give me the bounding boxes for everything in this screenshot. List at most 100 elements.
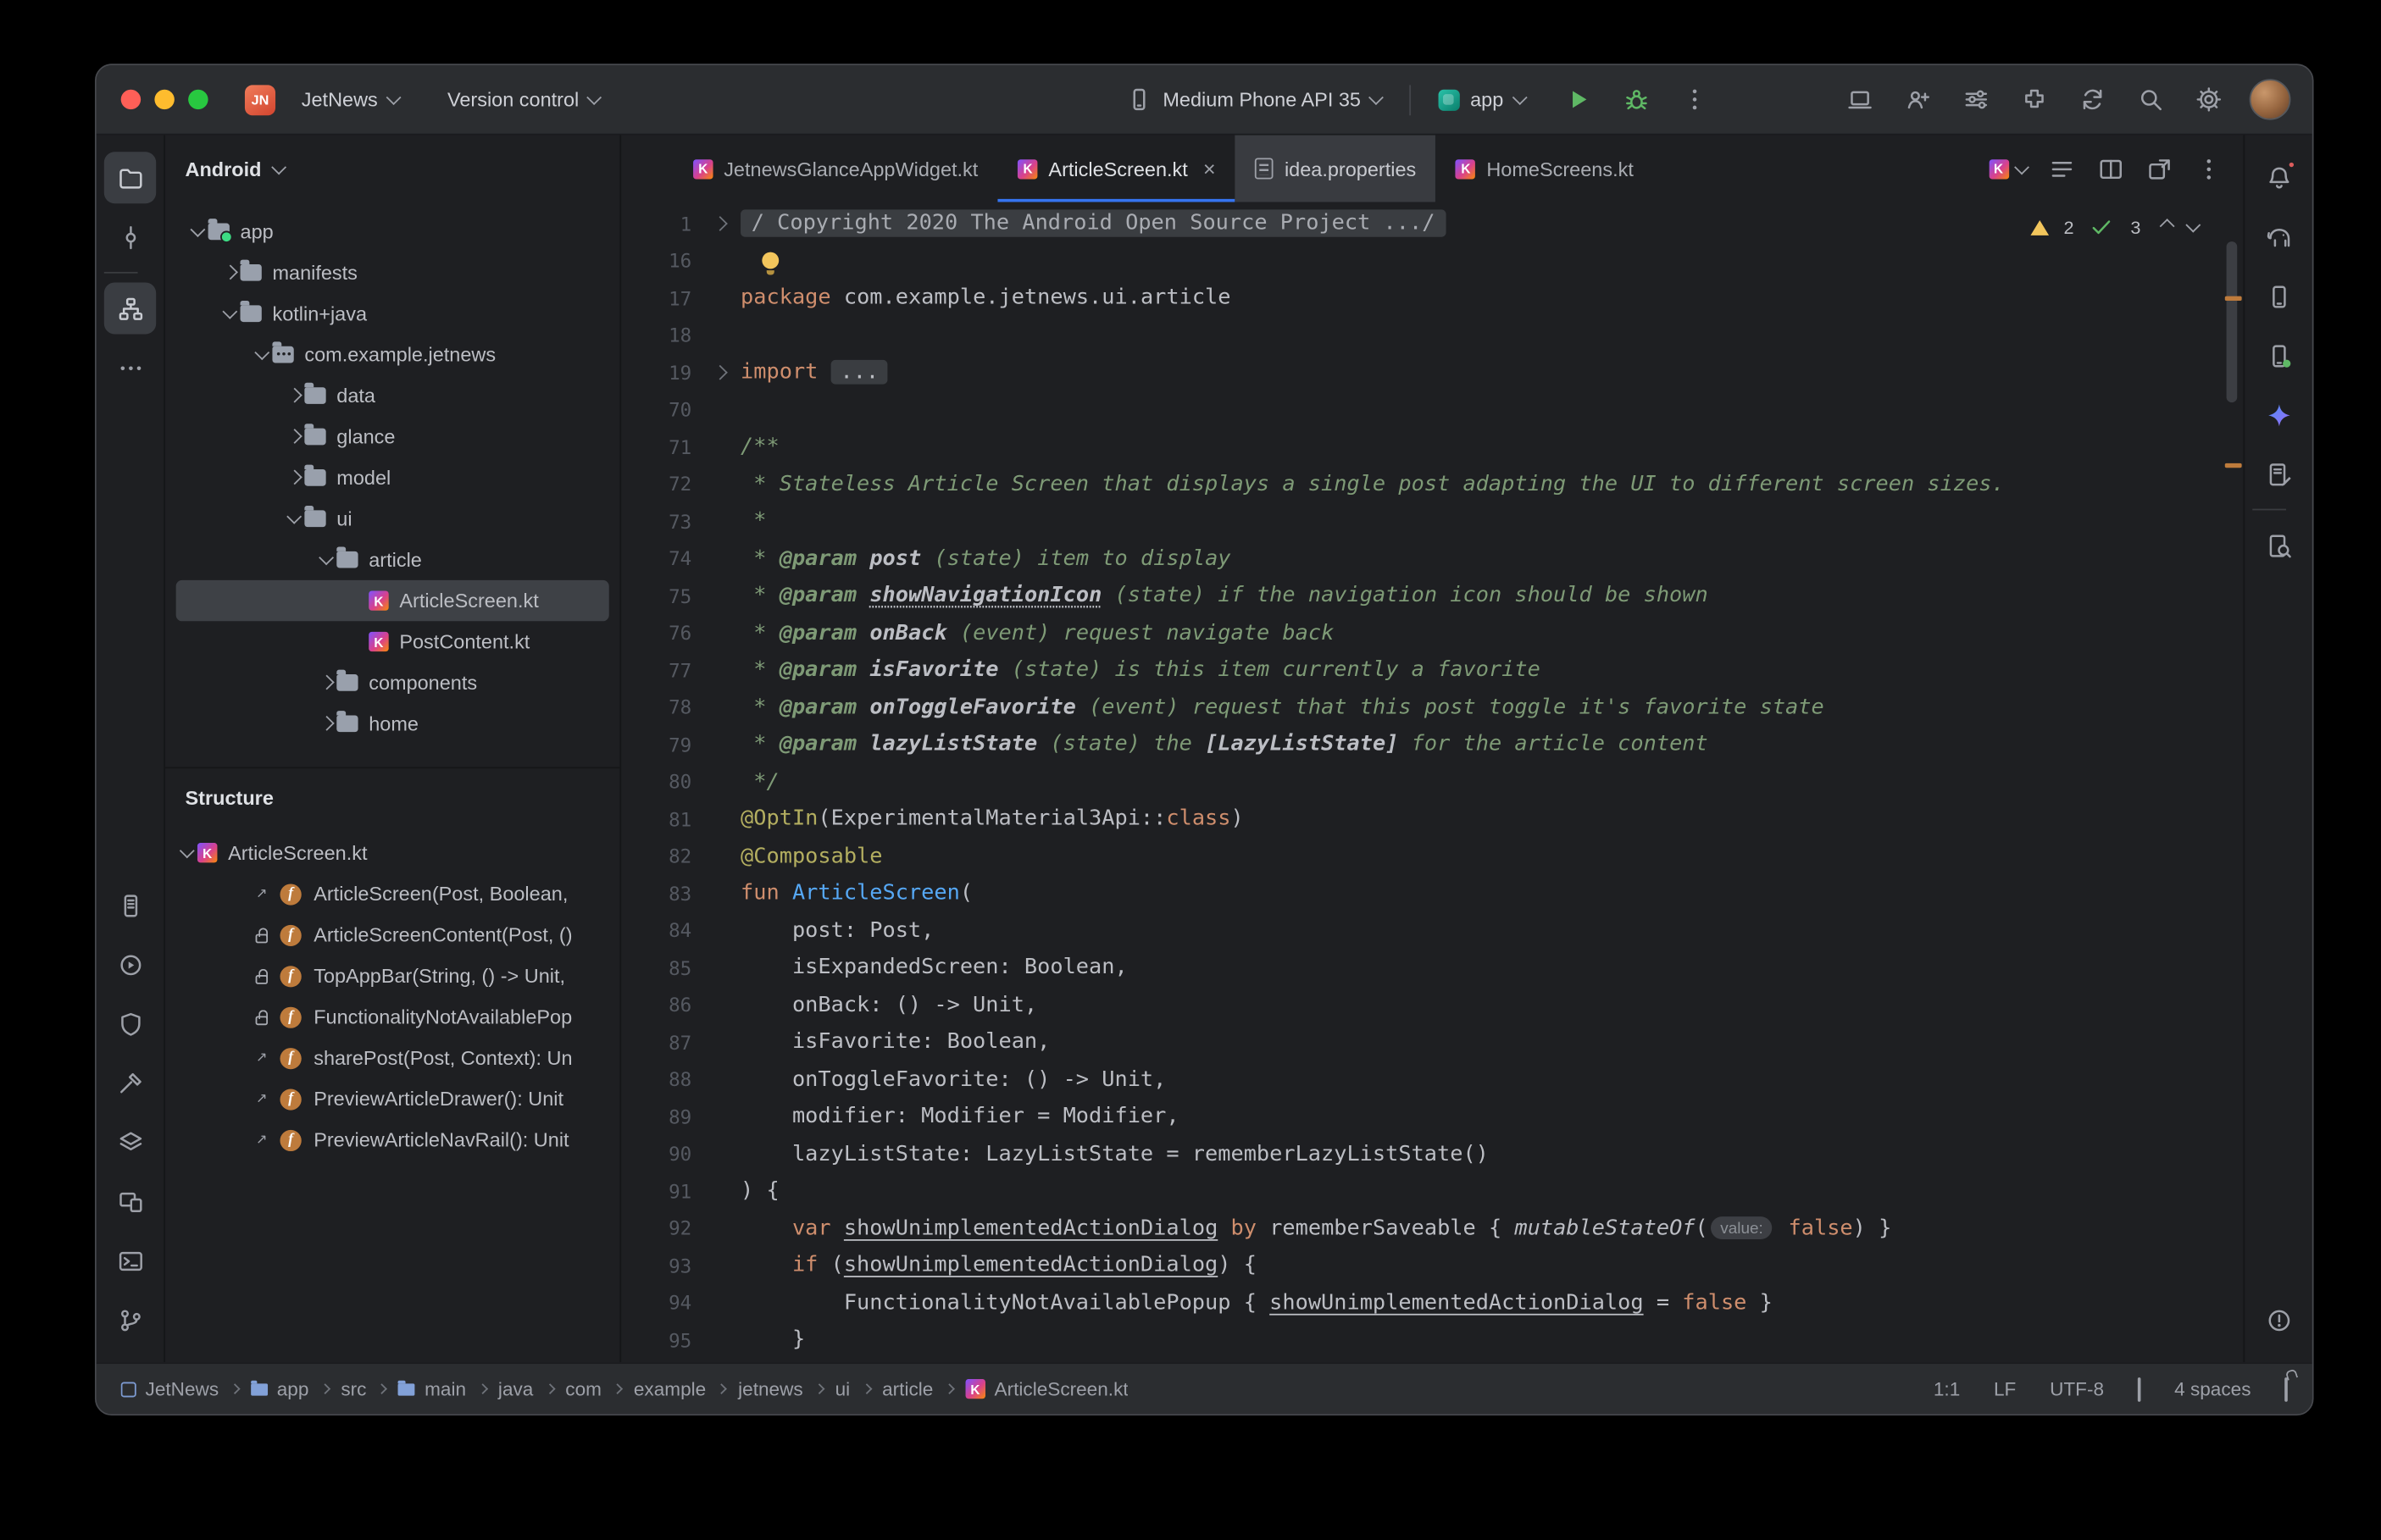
tree-item-kotlin-java[interactable]: kotlin+java: [176, 293, 609, 334]
code-line-18[interactable]: 18: [621, 317, 2222, 354]
device-explorer-icon[interactable]: [2252, 270, 2304, 322]
documentation-icon[interactable]: [2252, 519, 2304, 571]
tree-item-model[interactable]: model: [176, 457, 609, 498]
tree-item-home[interactable]: home: [176, 703, 609, 744]
run-configuration-selector[interactable]: app: [1426, 80, 1536, 119]
caret-position[interactable]: 1:1: [1934, 1378, 1960, 1399]
device-selector[interactable]: Medium Phone API 35: [1114, 79, 1394, 119]
detach-editor-icon[interactable]: [2147, 156, 2173, 181]
profiler-icon[interactable]: [104, 939, 156, 990]
gradle-icon[interactable]: [2252, 211, 2304, 263]
project-view-icon[interactable]: [104, 152, 156, 203]
code-line-88[interactable]: 88 onToggleFavorite: () -> Unit,: [621, 1061, 2222, 1098]
code-line-87[interactable]: 87 isFavorite: Boolean,: [621, 1023, 2222, 1061]
code-line-89[interactable]: 89 modifier: Modifier = Modifier,: [621, 1098, 2222, 1135]
app-quality-insights-icon[interactable]: [104, 998, 156, 1050]
file-encoding[interactable]: UTF-8: [2050, 1378, 2104, 1399]
chevron-down-icon[interactable]: [283, 513, 304, 523]
sync-project-icon[interactable]: [2069, 77, 2115, 123]
tab-homescreens-kt[interactable]: KHomeScreens.kt: [1436, 136, 1654, 202]
active-file-dropdown[interactable]: K: [1989, 158, 2026, 178]
code-editor[interactable]: 1/ Copyright 2020 The Android Open Sourc…: [621, 202, 2243, 1362]
tree-item-com-example-jetnews[interactable]: com.example.jetnews: [176, 334, 609, 374]
code-line-94[interactable]: 94 FunctionalityNotAvailablePopup { show…: [621, 1284, 2222, 1321]
tree-item-postcontent-kt[interactable]: KPostContent.kt: [176, 621, 609, 662]
split-editor-icon[interactable]: [2098, 156, 2124, 181]
gemini-icon[interactable]: [2252, 389, 2304, 440]
editor-config-icon[interactable]: [2138, 1378, 2141, 1399]
breadcrumb-jetnews[interactable]: jetnews: [738, 1378, 803, 1399]
search-everywhere-icon[interactable]: [2127, 77, 2173, 123]
chevron-down-icon[interactable]: [219, 308, 240, 319]
structure-item-previewarticledrawer-unit[interactable]: ↗fPreviewArticleDrawer(): Unit: [176, 1078, 609, 1119]
tab-jetnewsglanceappwidget-kt[interactable]: KJetnewsGlanceAppWidget.kt: [674, 136, 998, 202]
build-icon[interactable]: [104, 1057, 156, 1109]
code-line-80[interactable]: 80 */: [621, 763, 2222, 800]
commit-icon[interactable]: [104, 211, 156, 263]
chevron-right-icon[interactable]: [315, 718, 336, 728]
device-mirroring-icon[interactable]: [1836, 77, 1882, 123]
structure-item-articlescreen-kt[interactable]: KArticleScreen.kt: [176, 833, 609, 873]
code-line-85[interactable]: 85 isExpandedScreen: Boolean,: [621, 950, 2222, 987]
structure-item-articlescreen-post-boolean[interactable]: ↗fArticleScreen(Post, Boolean,: [176, 873, 609, 914]
settings-icon[interactable]: [2185, 77, 2231, 123]
chevron-right-icon[interactable]: [283, 391, 304, 401]
tree-item-glance[interactable]: glance: [176, 416, 609, 457]
run-button[interactable]: [1555, 77, 1601, 123]
indentation[interactable]: 4 spaces: [2174, 1378, 2251, 1399]
tree-item-article[interactable]: article: [176, 539, 609, 579]
profile-avatar[interactable]: [2250, 79, 2291, 119]
tree-item-components[interactable]: components: [176, 662, 609, 703]
breadcrumb-src[interactable]: src: [341, 1378, 366, 1399]
plugins-icon[interactable]: [2011, 77, 2056, 123]
breadcrumb-article[interactable]: article: [882, 1378, 933, 1399]
code-line-84[interactable]: 84 post: Post,: [621, 912, 2222, 950]
code-line-75[interactable]: 75 * @param showNavigationIcon (state) i…: [621, 577, 2222, 614]
previous-problem-button[interactable]: [2160, 220, 2174, 234]
chevron-right-icon[interactable]: [219, 268, 240, 278]
assistant-icon[interactable]: [2252, 448, 2304, 500]
more-actions-button[interactable]: [1671, 77, 1717, 123]
chevron-right-icon[interactable]: [283, 432, 304, 442]
code-line-92[interactable]: 92 var showUnimplementedActionDialog by …: [621, 1210, 2222, 1247]
chevron-down-icon[interactable]: [315, 555, 336, 565]
minimize-window-button[interactable]: [154, 90, 174, 109]
view-options-icon[interactable]: [1952, 77, 1998, 123]
code-line-16[interactable]: 16: [621, 242, 2222, 280]
tree-item-data[interactable]: data: [176, 375, 609, 416]
code-line-71[interactable]: 71/**: [621, 429, 2222, 466]
project-panel-header[interactable]: Android: [165, 136, 619, 202]
structure-item-previewarticlenavrail-unit[interactable]: ↗fPreviewArticleNavRail(): Unit: [176, 1119, 609, 1160]
problems-icon[interactable]: [2252, 1294, 2304, 1346]
tab-idea-properties[interactable]: idea.properties: [1235, 136, 1436, 202]
code-line-93[interactable]: 93 if (showUnimplementedActionDialog) {: [621, 1247, 2222, 1284]
code-line-79[interactable]: 79 * @param lazyListState (state) the [L…: [621, 726, 2222, 763]
breadcrumb-app[interactable]: app: [251, 1378, 308, 1399]
tree-item-manifests[interactable]: manifests: [176, 252, 609, 293]
tree-item-ui[interactable]: ui: [176, 498, 609, 539]
fold-region-icon[interactable]: [712, 217, 726, 230]
file-lock-icon[interactable]: [2284, 1378, 2288, 1399]
code-line-95[interactable]: 95 }: [621, 1321, 2222, 1359]
code-line-70[interactable]: 70: [621, 391, 2222, 429]
zoom-window-button[interactable]: [188, 90, 208, 109]
code-line-19[interactable]: 19import ...: [621, 354, 2222, 391]
breadcrumb-jetnews[interactable]: JetNews: [121, 1378, 219, 1399]
tab-articlescreen-kt[interactable]: KArticleScreen.kt×: [998, 136, 1235, 202]
next-problem-button[interactable]: [2185, 218, 2200, 231]
code-line-91[interactable]: 91) {: [621, 1172, 2222, 1210]
close-tab-icon[interactable]: ×: [1203, 158, 1216, 179]
debug-button[interactable]: [1612, 77, 1658, 123]
tree-item-app[interactable]: app: [176, 211, 609, 252]
structure-item-articlescreencontent-post[interactable]: fArticleScreenContent(Post, (): [176, 914, 609, 955]
code-line-17[interactable]: 17package com.example.jetnews.ui.article: [621, 280, 2222, 317]
fold-region-icon[interactable]: [712, 365, 726, 379]
project-widget[interactable]: JetNews: [289, 80, 410, 119]
version-control-icon[interactable]: [104, 1294, 156, 1346]
breadcrumb-java[interactable]: java: [498, 1378, 533, 1399]
chevron-down-icon[interactable]: [176, 848, 197, 858]
code-line-72[interactable]: 72 * Stateless Article Screen that displ…: [621, 466, 2222, 503]
breadcrumb-com[interactable]: com: [565, 1378, 602, 1399]
running-devices-icon[interactable]: [2252, 330, 2304, 381]
code-line-82[interactable]: 82@Composable: [621, 838, 2222, 875]
